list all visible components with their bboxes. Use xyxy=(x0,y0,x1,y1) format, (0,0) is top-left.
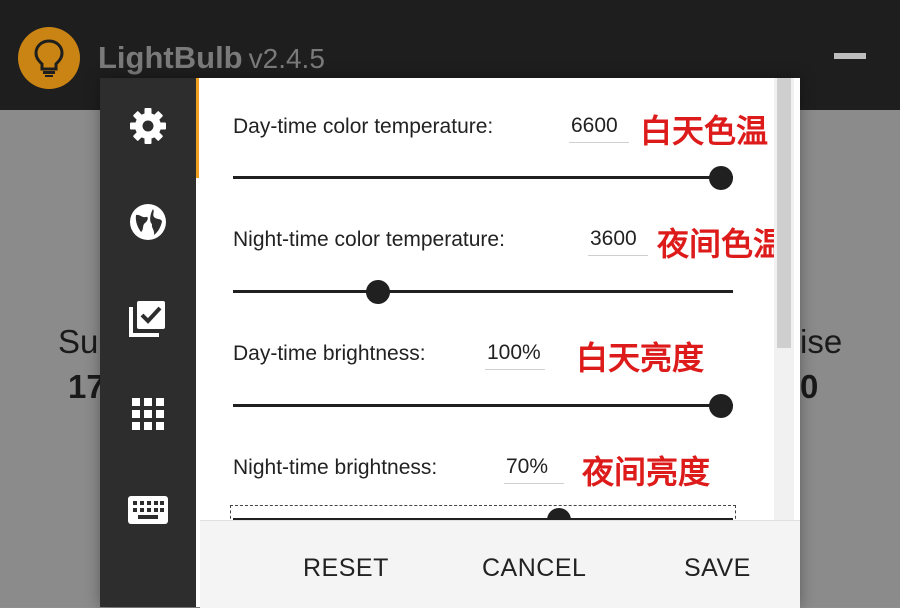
settings-sidebar xyxy=(100,78,199,607)
nav-item-general[interactable] xyxy=(100,78,199,178)
setting-night-brightness: Night-time brightness: 70% 夜间亮度 xyxy=(200,420,774,520)
app-name: LightBulb xyxy=(98,40,243,75)
lightbulb-icon xyxy=(18,27,80,89)
night-brightness-slider[interactable] xyxy=(230,505,736,520)
background-right-value: 0 xyxy=(800,368,819,405)
nav-item-applications[interactable] xyxy=(100,366,196,466)
slider-track xyxy=(233,176,733,179)
annotation-label: 白天色温 xyxy=(640,113,769,149)
reset-button[interactable]: RESET xyxy=(303,554,389,583)
annotation-label: 夜间色温 xyxy=(657,226,774,262)
day-color-temperature-input[interactable]: 6600 xyxy=(569,114,629,143)
app-version: v2.4.5 xyxy=(248,43,325,74)
slider-thumb[interactable] xyxy=(366,280,390,304)
day-brightness-slider[interactable] xyxy=(233,394,733,418)
slider-thumb[interactable] xyxy=(709,394,733,418)
setting-label: Day-time brightness: xyxy=(233,342,426,365)
background-right-label: ise xyxy=(800,323,843,360)
vertical-scrollbar[interactable] xyxy=(774,78,794,520)
nav-item-hotkeys[interactable] xyxy=(100,462,196,562)
night-color-temperature-input[interactable]: 3600 xyxy=(588,227,648,256)
nav-item-location[interactable] xyxy=(100,174,196,274)
apps-grid-icon xyxy=(130,396,166,437)
settings-dialog: Day-time color temperature: 6600 白天色温 Ni… xyxy=(100,78,800,608)
slider-track xyxy=(233,290,733,293)
day-brightness-input[interactable]: 100% xyxy=(485,341,545,370)
slider-thumb[interactable] xyxy=(547,508,571,520)
scrollbar-thumb[interactable] xyxy=(777,78,791,348)
annotation-label: 白天亮度 xyxy=(576,340,705,376)
app-title: LightBulb v2.4.5 xyxy=(98,40,325,76)
night-color-temperature-slider[interactable] xyxy=(233,280,733,304)
setting-day-brightness: Day-time brightness: 100% 白天亮度 xyxy=(200,306,774,420)
setting-day-color-temperature: Day-time color temperature: 6600 白天色温 xyxy=(200,78,774,192)
day-color-temperature-slider[interactable] xyxy=(233,166,733,190)
save-button[interactable]: SAVE xyxy=(684,554,751,583)
background-left-label: Su xyxy=(58,323,99,360)
setting-label: Day-time color temperature: xyxy=(233,115,494,138)
dialog-footer: RESET CANCEL SAVE xyxy=(200,520,800,608)
nav-item-features[interactable] xyxy=(100,270,196,370)
globe-icon xyxy=(127,201,169,248)
minimize-icon[interactable] xyxy=(834,53,866,59)
settings-content: Day-time color temperature: 6600 白天色温 Ni… xyxy=(200,78,774,520)
checklist-icon xyxy=(127,297,169,344)
keyboard-icon xyxy=(127,495,169,530)
night-brightness-input[interactable]: 70% xyxy=(504,455,564,484)
cancel-button[interactable]: CANCEL xyxy=(482,554,586,583)
setting-label: Night-time color temperature: xyxy=(233,228,505,251)
annotation-label: 夜间亮度 xyxy=(582,454,711,490)
slider-thumb[interactable] xyxy=(709,166,733,190)
setting-night-color-temperature: Night-time color temperature: 3600 夜间色温 xyxy=(200,192,774,306)
slider-track xyxy=(233,404,733,407)
setting-label: Night-time brightness: xyxy=(233,456,438,479)
gear-icon xyxy=(126,104,170,153)
